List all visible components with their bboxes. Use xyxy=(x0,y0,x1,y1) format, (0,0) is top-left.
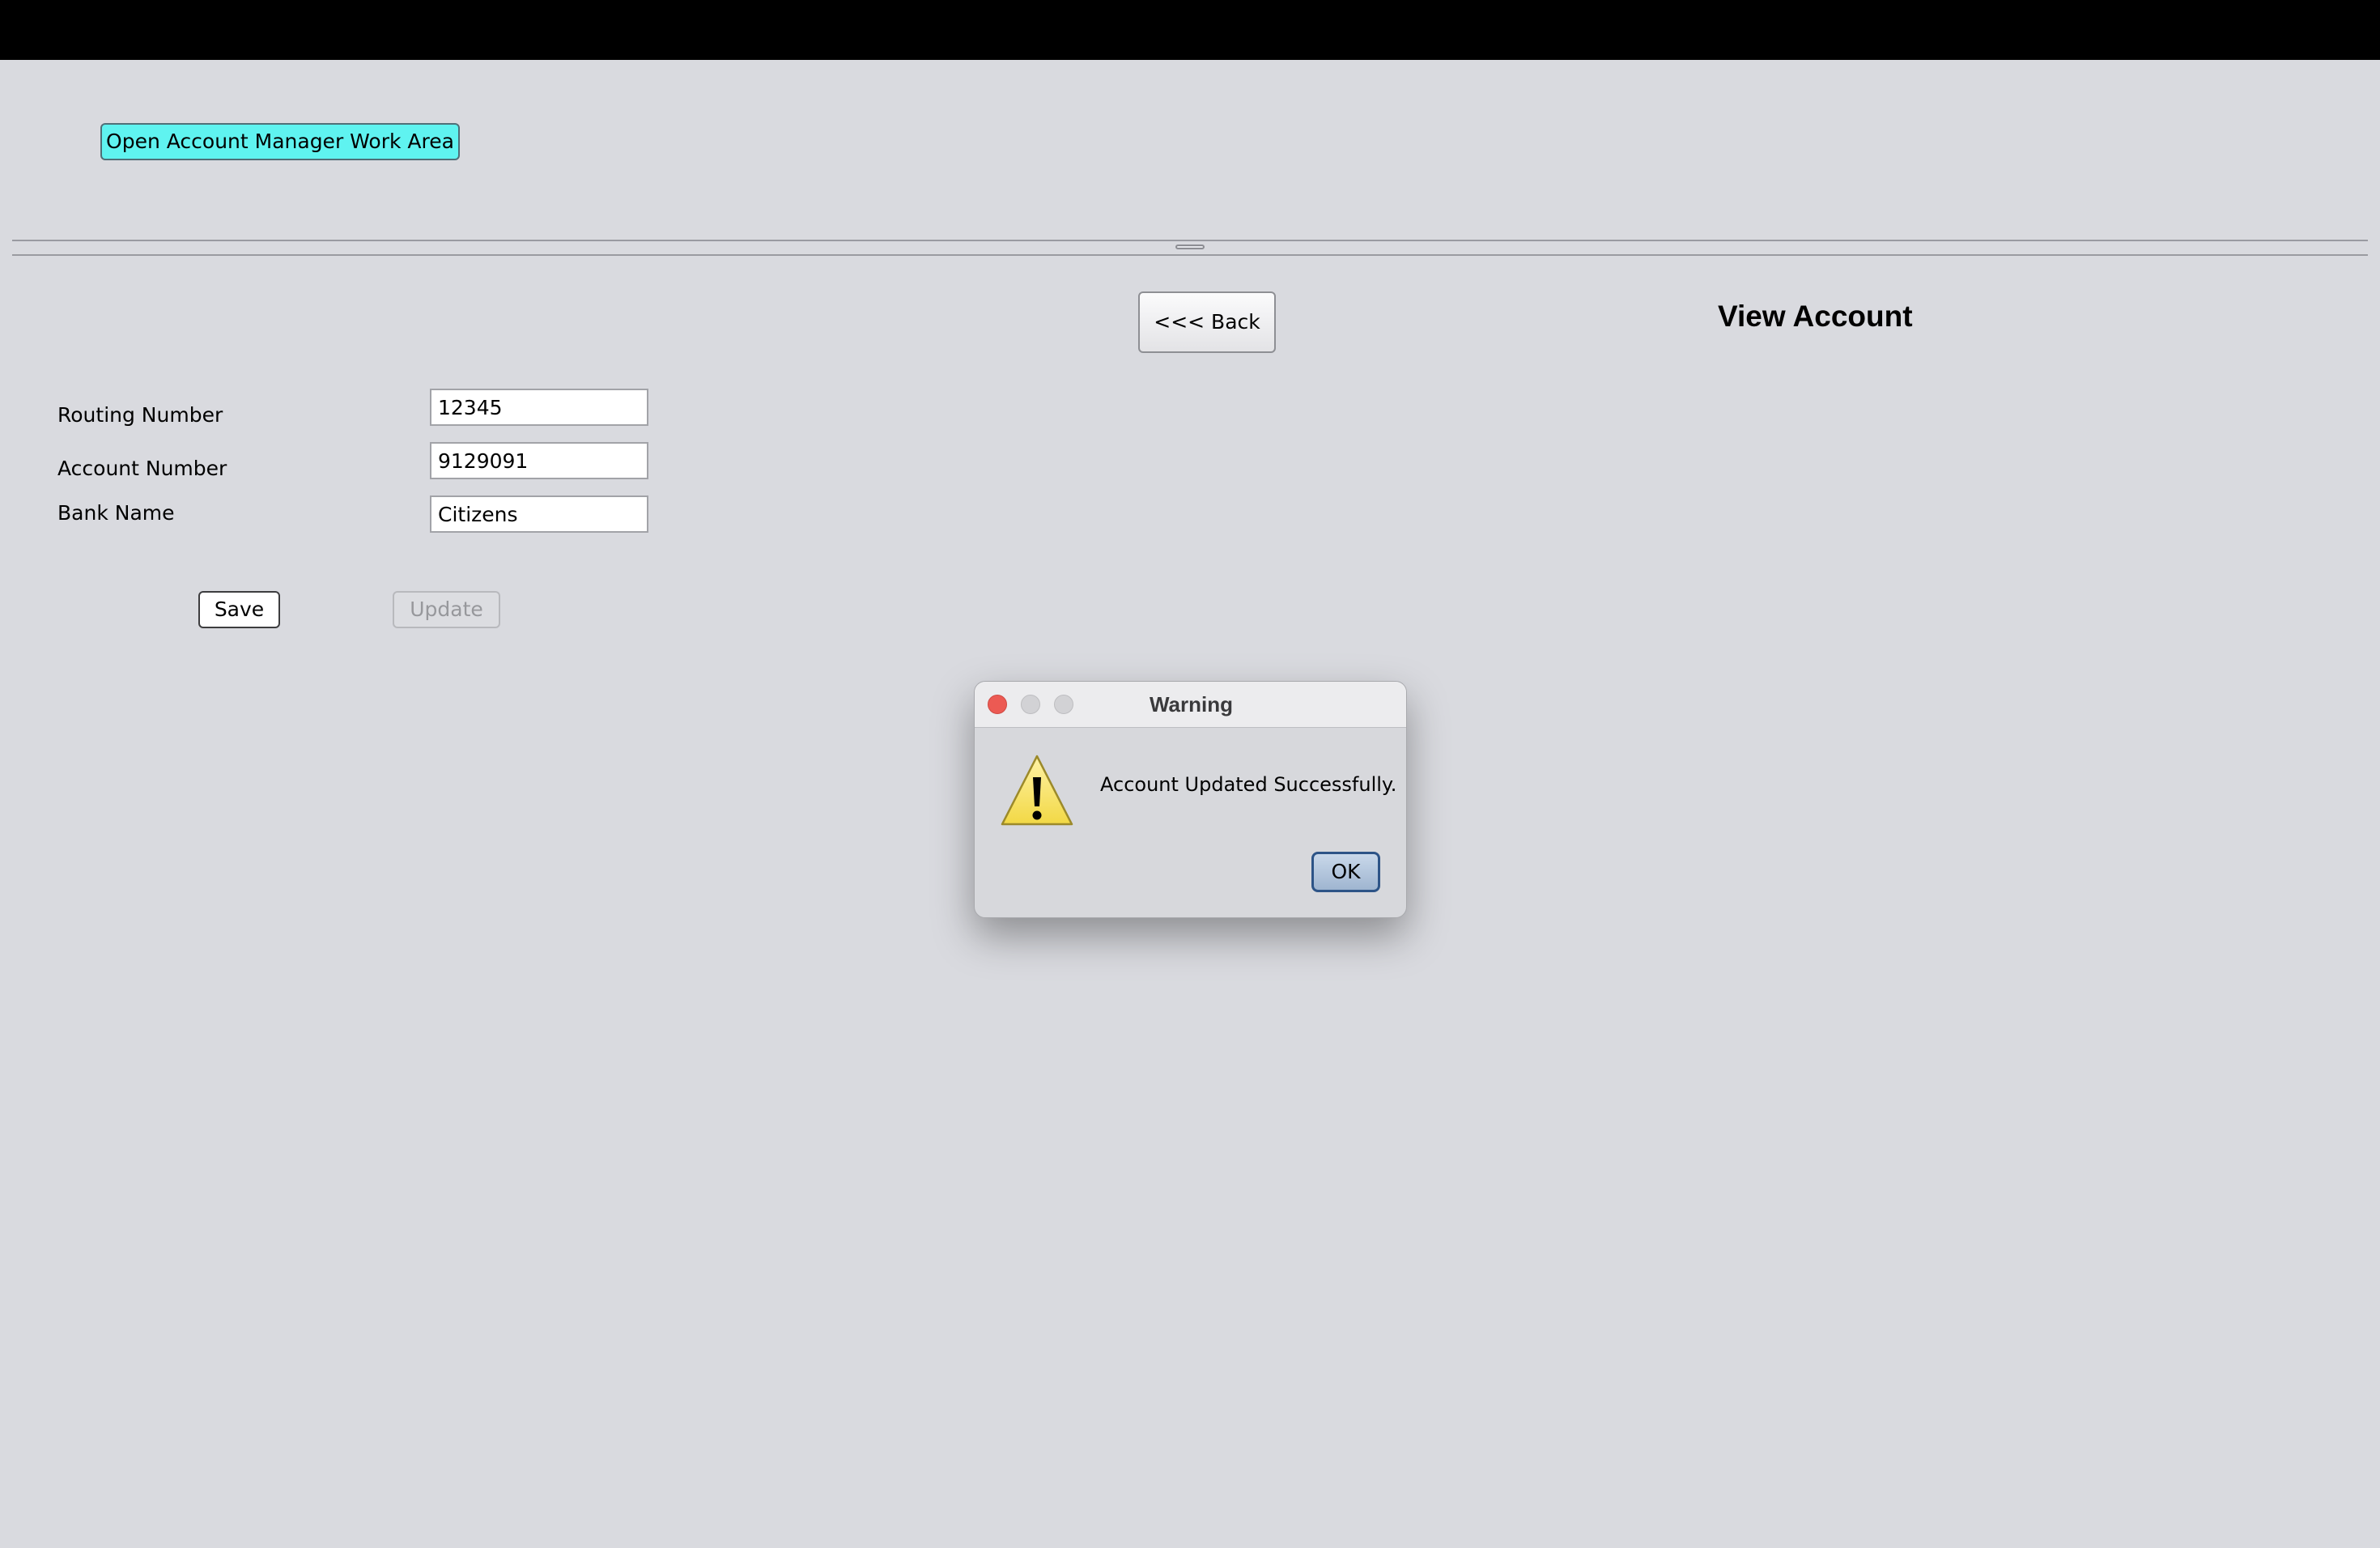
update-button: Update xyxy=(393,591,500,628)
account-number-field[interactable] xyxy=(430,442,648,479)
routing-number-label: Routing Number xyxy=(57,403,223,427)
back-button[interactable]: <<< Back xyxy=(1138,291,1276,353)
warning-triangle-icon xyxy=(1001,755,1073,826)
bank-name-field[interactable] xyxy=(430,495,648,533)
dialog-titlebar: Warning xyxy=(975,682,1406,728)
page-title: View Account xyxy=(1718,300,1913,333)
routing-number-field[interactable] xyxy=(430,389,648,426)
account-number-label: Account Number xyxy=(57,457,227,480)
dialog-title: Warning xyxy=(1149,692,1234,717)
save-button[interactable]: Save xyxy=(198,591,280,628)
bank-name-label: Bank Name xyxy=(57,501,175,525)
split-pane-handle[interactable] xyxy=(1175,245,1205,249)
split-pane-divider-bottom xyxy=(12,254,2368,256)
ok-button[interactable]: OK xyxy=(1311,852,1380,892)
dialog-message: Account Updated Successfully. xyxy=(1100,773,1397,796)
top-bar xyxy=(0,0,2380,60)
warning-dialog: Warning Account Updated Successfully. OK xyxy=(974,681,1407,918)
split-pane-divider-top xyxy=(12,240,2368,241)
open-account-manager-work-area-button[interactable]: Open Account Manager Work Area xyxy=(100,123,460,160)
